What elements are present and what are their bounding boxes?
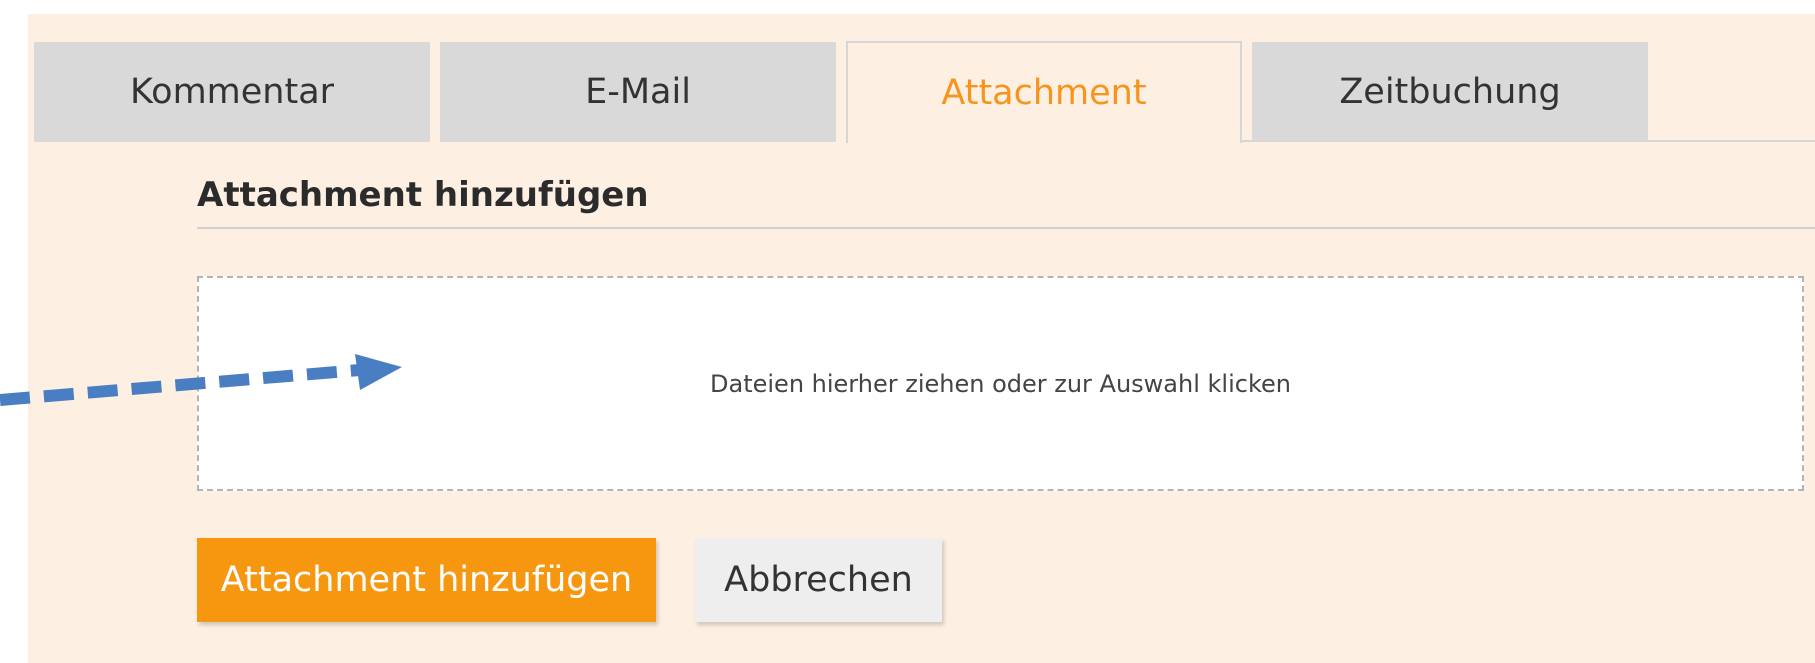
cancel-button[interactable]: Abbrechen: [695, 538, 942, 622]
tab-kommentar-label: Kommentar: [129, 72, 335, 112]
tab-zeitbuchung-label: Zeitbuchung: [1339, 72, 1561, 112]
tab-email-label: E-Mail: [585, 72, 691, 112]
cancel-button-label: Abbrechen: [724, 560, 913, 600]
tab-attachment-label: Attachment: [941, 73, 1147, 113]
section-divider: [197, 227, 1815, 229]
tab-attachment[interactable]: Attachment: [846, 41, 1242, 143]
tab-bar-divider: [1240, 140, 1815, 142]
dashed-arrow-icon: [0, 354, 402, 406]
tab-zeitbuchung[interactable]: Zeitbuchung: [1252, 42, 1648, 142]
tab-kommentar[interactable]: Kommentar: [34, 42, 430, 142]
add-attachment-button-label: Attachment hinzufügen: [220, 560, 633, 600]
tab-email[interactable]: E-Mail: [440, 42, 836, 142]
dropzone-text: Dateien hierher ziehen oder zur Auswahl …: [710, 369, 1291, 398]
add-attachment-button[interactable]: Attachment hinzufügen: [197, 538, 656, 622]
file-dropzone[interactable]: Dateien hierher ziehen oder zur Auswahl …: [197, 276, 1804, 491]
section-title: Attachment hinzufügen: [197, 175, 649, 215]
